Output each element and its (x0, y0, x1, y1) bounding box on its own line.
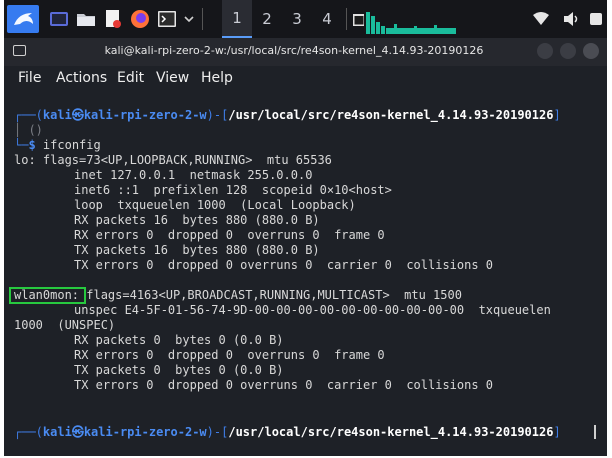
interface-wlan0mon-header: wlan0mon: flags=4163<UP,BROADCAST,RUNNIN… (14, 288, 462, 302)
output-line: RX errors 0 dropped 0 overruns 0 frame 0 (74, 228, 385, 242)
output-line: unspec E4-5F-01-56-74-9D-00-00-00-00-00-… (74, 303, 551, 317)
menu-actions[interactable]: Actions (56, 70, 107, 86)
firefox-launcher[interactable] (130, 9, 150, 29)
command-line: └─$ ifconfig (14, 138, 101, 152)
prompt-line: ┌──(kali㉿kali-rpi-zero-2-w)-[/usr/local/… (14, 108, 561, 122)
menu-file[interactable]: File (18, 70, 41, 86)
menu-view[interactable]: View (156, 70, 189, 86)
menu-bar: File Actions Edit View Help (4, 66, 607, 90)
terminal-window[interactable]: kali@kali-rpi-zero-2-w:/usr/local/src/re… (4, 38, 607, 456)
wifi-icon (533, 12, 549, 25)
console-icon (158, 11, 176, 27)
speaker-icon (564, 12, 578, 26)
output-line: 1000 (UNSPEC) (14, 318, 116, 332)
window-title: kali@kali-rpi-zero-2-w:/usr/local/src/re… (104, 44, 484, 57)
folder-icon (77, 14, 95, 26)
output-line: inet 127.0.0.1 netmask 255.0.0.0 (74, 168, 313, 182)
kali-menu-button[interactable] (7, 5, 39, 33)
output-line: RX errors 0 dropped 0 overruns 0 frame 0 (74, 348, 385, 362)
cpu-graph-icon (364, 6, 456, 34)
previous-output-line: │ () (14, 123, 43, 137)
panel-separator (202, 8, 203, 30)
title-bar[interactable]: kali@kali-rpi-zero-2-w:/usr/local/src/re… (4, 38, 607, 66)
output-line: RX packets 0 bytes 0 (0.0 B) (74, 333, 284, 347)
window-menu-icon[interactable] (13, 45, 26, 56)
workspace-2[interactable]: 2 (252, 0, 282, 38)
minimize-button[interactable] (537, 43, 553, 59)
output-line: TX errors 0 dropped 0 overruns 0 carrier… (74, 258, 494, 272)
prompt-line: ┌──(kali㉿kali-rpi-zero-2-w)-[/usr/local/… (14, 425, 561, 439)
volume-icon[interactable] (562, 10, 580, 28)
desktop-screen: 1 2 3 4 kali@kali-rpi-zero-2-w:/usr/loca… (4, 0, 607, 456)
close-button[interactable] (583, 43, 599, 59)
output-line: TX packets 0 bytes 0 (0.0 B) (74, 363, 284, 377)
network-icon[interactable] (532, 10, 550, 28)
power-icon[interactable] (588, 10, 604, 28)
terminal-emulator-launcher[interactable] (157, 9, 177, 29)
menu-edit[interactable]: Edit (117, 70, 144, 86)
interface-lo-header: lo: flags=73<UP,LOOPBACK,RUNNING> mtu 65… (14, 153, 332, 167)
files-launcher[interactable] (76, 9, 96, 29)
output-line: TX packets 16 bytes 880 (880.0 B) (74, 243, 320, 257)
text-cursor (594, 425, 596, 439)
top-panel: 1 2 3 4 (4, 0, 607, 38)
output-line: TX errors 0 dropped 0 overruns 0 carrier… (74, 378, 494, 392)
text-editor-icon (106, 10, 121, 28)
menu-help[interactable]: Help (201, 70, 233, 86)
maximize-button[interactable] (560, 43, 576, 59)
launcher-dropdown[interactable] (182, 9, 196, 29)
workspace-1[interactable]: 1 (222, 0, 252, 38)
panel-separator (346, 8, 347, 30)
terminal-app-icon (50, 12, 68, 26)
text-editor-launcher[interactable] (103, 9, 123, 29)
chevron-down-icon (184, 16, 194, 23)
output-line: inet6 ::1 prefixlen 128 scopeid 0×10<hos… (74, 183, 392, 197)
workspace-4[interactable]: 4 (312, 0, 342, 38)
battery-icon (590, 13, 602, 25)
kali-dragon-icon (14, 13, 33, 25)
terminal-output[interactable]: ┌──(kali㉿kali-rpi-zero-2-w)-[/usr/local/… (4, 98, 607, 456)
output-line: loop txqueuelen 1000 (Local Loopback) (74, 198, 356, 212)
workspace-3[interactable]: 3 (282, 0, 312, 38)
firefox-icon (131, 10, 149, 28)
output-line: RX packets 16 bytes 880 (880.0 B) (74, 213, 320, 227)
terminal-launcher[interactable] (49, 9, 69, 29)
